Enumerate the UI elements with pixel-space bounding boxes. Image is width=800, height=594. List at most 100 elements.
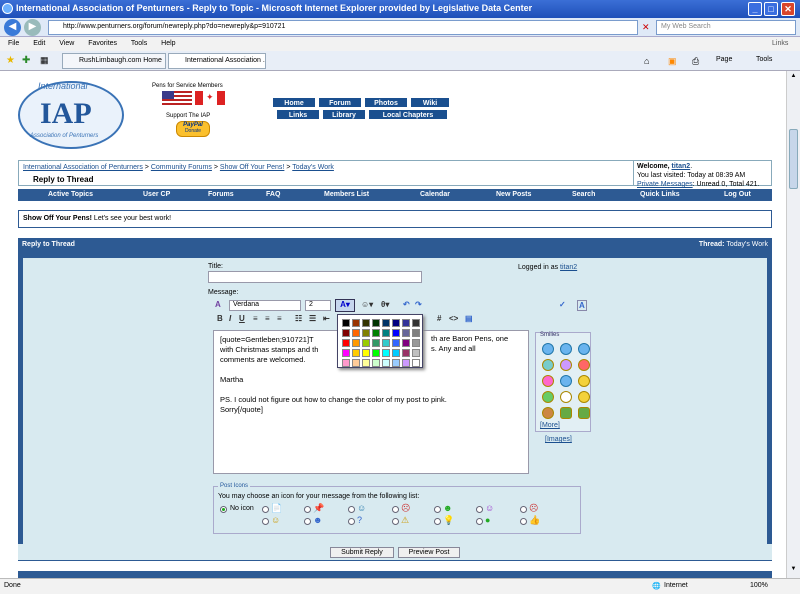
outdent-icon[interactable]: ⇤ [323, 314, 330, 323]
color-swatch[interactable] [402, 319, 410, 327]
color-swatch[interactable] [342, 319, 350, 327]
navbar-faq[interactable]: FAQ [266, 191, 280, 198]
post-icon-radio[interactable] [262, 506, 269, 513]
color-swatch[interactable] [392, 319, 400, 327]
navbar-members-list[interactable]: Members List [324, 191, 369, 198]
post-icon-radio[interactable] [476, 506, 483, 513]
color-swatch[interactable] [412, 359, 420, 367]
smile-tongue-icon[interactable] [542, 375, 554, 387]
post-icon-none-radio[interactable] [220, 506, 227, 513]
color-swatch[interactable] [382, 319, 390, 327]
color-swatch[interactable] [372, 349, 380, 357]
color-swatch[interactable] [372, 329, 380, 337]
smilies-more-link[interactable]: [More] [540, 422, 560, 429]
color-swatch[interactable] [342, 359, 350, 367]
smile-happy-icon[interactable] [560, 343, 572, 355]
color-swatch[interactable] [362, 359, 370, 367]
color-swatch[interactable] [382, 359, 390, 367]
color-swatch[interactable] [392, 349, 400, 357]
maximize-button[interactable]: □ [764, 2, 778, 16]
smile-eek-icon[interactable] [542, 391, 554, 403]
smile-rolleyes-icon[interactable] [560, 391, 572, 403]
color-swatch[interactable] [392, 339, 400, 347]
navbar-new-posts[interactable]: New Posts [496, 191, 531, 198]
smilie-icon[interactable]: ☺▾ [361, 300, 373, 309]
post-icon-radio[interactable] [392, 518, 399, 525]
color-swatch[interactable] [342, 339, 350, 347]
paypal-donate-button[interactable]: PayPal Donate [176, 121, 210, 137]
navbar-forums[interactable]: Forums [208, 191, 234, 198]
links-label[interactable]: Links [772, 40, 788, 47]
color-swatch[interactable] [412, 329, 420, 337]
post-icon-radio[interactable] [434, 518, 441, 525]
menu-favorites[interactable]: Favorites [88, 40, 117, 47]
color-swatch[interactable] [412, 349, 420, 357]
color-swatch[interactable] [402, 329, 410, 337]
menu-help[interactable]: Help [161, 40, 175, 47]
smile-glasses-icon[interactable] [578, 343, 590, 355]
smile-wink-icon[interactable] [560, 375, 572, 387]
nav-local-chapters[interactable]: Local Chapters [368, 109, 448, 120]
quick-tabs-icon[interactable]: ▦ [40, 55, 49, 66]
home-icon[interactable]: ⌂ [644, 56, 649, 66]
us-flag-icon[interactable] [162, 91, 192, 105]
insert-icon[interactable]: θ▾ [381, 300, 389, 309]
navbar-calendar[interactable]: Calendar [420, 191, 450, 198]
color-swatch[interactable] [412, 319, 420, 327]
smile-biggrin-icon[interactable] [578, 375, 590, 387]
iap-logo[interactable]: International IAP Association of Penturn… [18, 81, 124, 149]
title-input[interactable] [208, 271, 422, 283]
stop-icon[interactable]: ✕ [642, 22, 650, 33]
wysiwyg-toggle-icon[interactable]: A [215, 300, 221, 309]
nav-photos[interactable]: Photos [364, 97, 408, 108]
font-select[interactable]: Verdana [229, 300, 301, 311]
navbar-active-topics[interactable]: Active Topics [48, 191, 93, 198]
color-swatch[interactable] [362, 339, 370, 347]
color-swatch[interactable] [372, 319, 380, 327]
nav-home[interactable]: Home [272, 97, 316, 108]
palm-tree-icon[interactable] [578, 407, 590, 419]
username-link[interactable]: titan2 [672, 163, 691, 170]
post-icon-radio[interactable] [476, 518, 483, 525]
favorites-star-icon[interactable]: ★ [6, 55, 15, 66]
align-center-icon[interactable]: ≡ [265, 314, 270, 323]
scroll-down-icon[interactable]: ▼ [789, 566, 798, 574]
tab-rushlimbaugh[interactable]: RushLimbaugh.com Home [62, 53, 166, 69]
color-swatch[interactable] [362, 349, 370, 357]
color-swatch[interactable] [352, 329, 360, 337]
color-swatch[interactable] [342, 349, 350, 357]
italic-icon[interactable]: I [229, 314, 231, 323]
post-icon-radio[interactable] [520, 518, 527, 525]
menu-tools[interactable]: Tools [131, 40, 147, 47]
color-swatch[interactable] [412, 339, 420, 347]
navbar-user-cp[interactable]: User CP [143, 191, 170, 198]
tab-iap[interactable]: International Association ... [168, 53, 266, 69]
logged-in-user-link[interactable]: titan2 [560, 264, 577, 271]
text-color-button[interactable]: A▾ [335, 299, 355, 312]
color-swatch[interactable] [382, 349, 390, 357]
smile-sad-icon[interactable] [560, 359, 572, 371]
resize-icon[interactable]: A [577, 300, 587, 311]
align-right-icon[interactable]: ≡ [277, 314, 282, 323]
color-swatch[interactable] [352, 349, 360, 357]
color-swatch[interactable] [352, 339, 360, 347]
back-icon[interactable]: ◀ [4, 19, 21, 36]
feeds-icon[interactable]: ▣ [668, 56, 677, 67]
forward-icon[interactable]: ▶ [24, 19, 41, 36]
hash-icon[interactable]: # [437, 314, 441, 323]
menu-file[interactable]: File [8, 40, 19, 47]
spellcheck-icon[interactable]: ✓ [559, 300, 566, 309]
smile-cool-icon[interactable] [542, 343, 554, 355]
navbar-search[interactable]: Search [572, 191, 595, 198]
scrollbar[interactable]: ▲ ▼ [786, 71, 800, 578]
color-swatch[interactable] [402, 349, 410, 357]
scroll-up-icon[interactable]: ▲ [789, 73, 798, 81]
tools-menu[interactable]: Tools [756, 56, 772, 63]
color-swatch[interactable] [392, 329, 400, 337]
post-icon-radio[interactable] [348, 506, 355, 513]
nav-library[interactable]: Library [322, 109, 366, 120]
color-swatch[interactable] [402, 359, 410, 367]
color-swatch[interactable] [362, 319, 370, 327]
post-icon-radio[interactable] [304, 518, 311, 525]
navbar-log-out[interactable]: Log Out [724, 191, 751, 198]
